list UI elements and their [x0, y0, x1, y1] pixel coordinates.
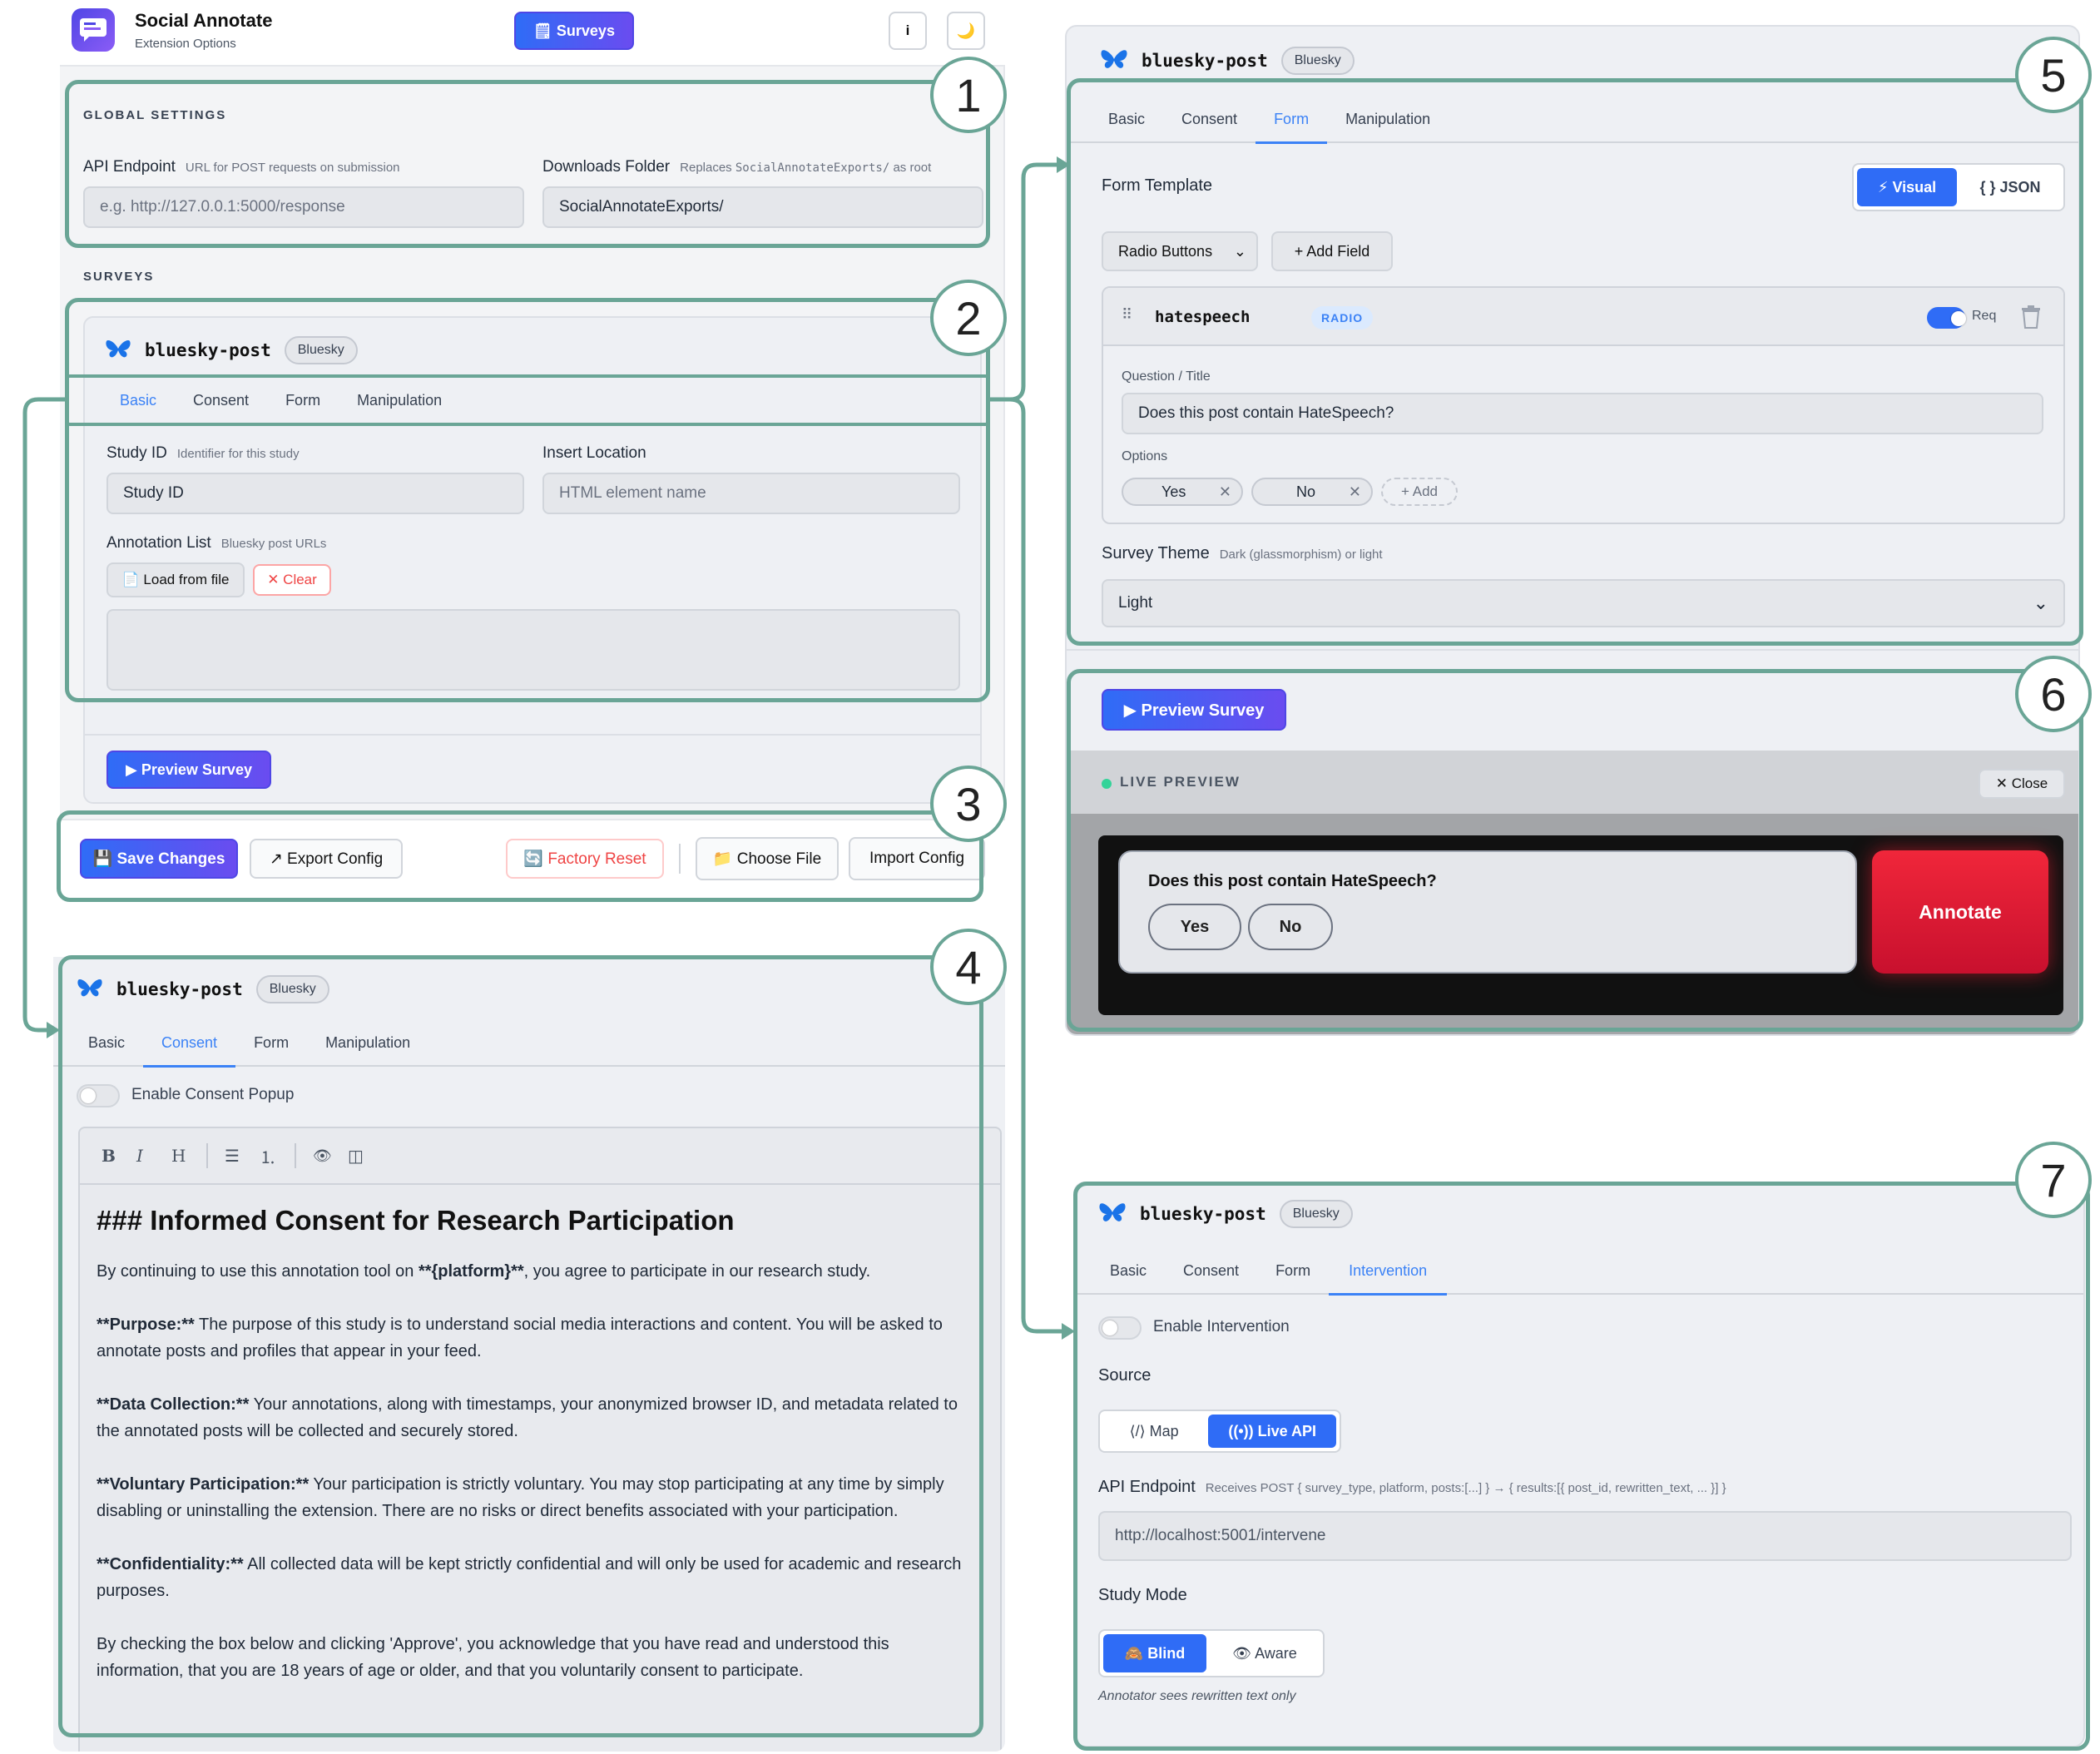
annotation-number-1: 1	[930, 57, 1007, 133]
annotation-number-6: 6	[2015, 656, 2092, 732]
annotation-number-5: 5	[2015, 37, 2092, 113]
annotation-number-2: 2	[930, 280, 1007, 356]
annotation-connectors	[22, 156, 1075, 1340]
annotation-number-4: 4	[930, 929, 1007, 1005]
annotation-number-7: 7	[2015, 1142, 2092, 1218]
annotation-number-3: 3	[930, 766, 1007, 842]
